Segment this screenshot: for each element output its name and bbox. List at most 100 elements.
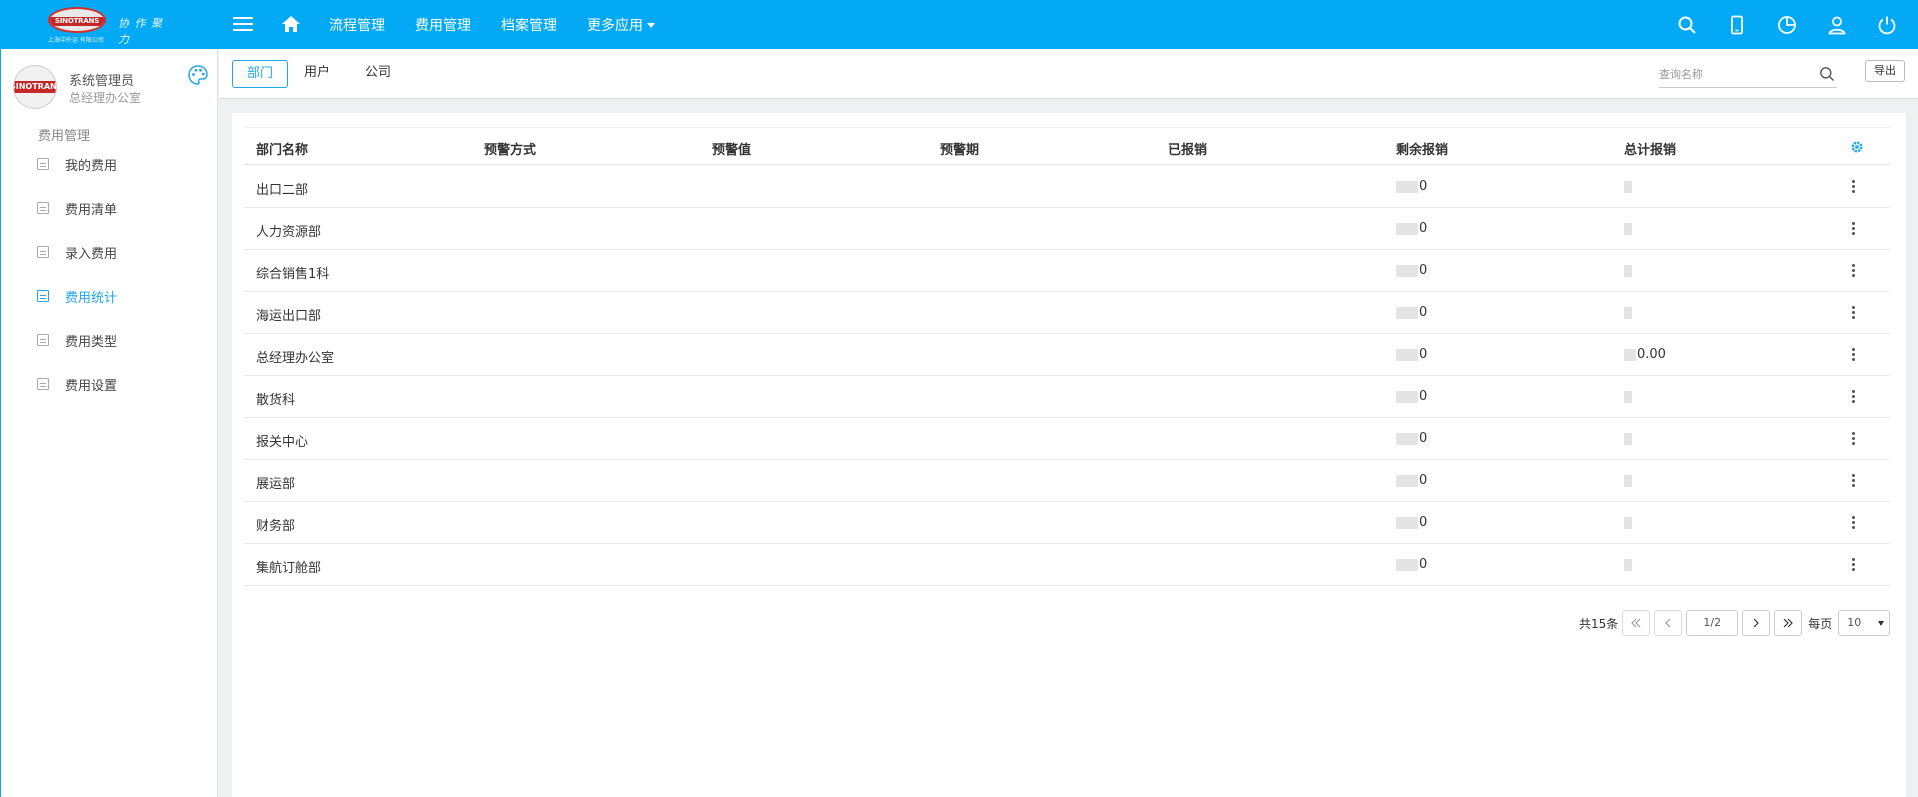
table-row[interactable]: 总经理办公室 0 0.00	[244, 334, 1890, 376]
nav-item-more-apps[interactable]: 更多应用	[587, 15, 655, 35]
more-options-icon[interactable]	[1848, 221, 1858, 237]
next-page-button[interactable]	[1742, 610, 1771, 636]
column-header[interactable]: 部门名称	[256, 139, 308, 158]
table-row[interactable]: 展运部 0	[244, 460, 1890, 502]
sidebar-item-my-expense[interactable]: 我的费用	[37, 149, 207, 179]
per-page-label: 每页	[1808, 616, 1833, 631]
chart-icon	[37, 290, 49, 302]
column-header[interactable]: 剩余报销	[1396, 139, 1448, 158]
power-icon[interactable]	[1876, 14, 1898, 36]
remaining-cell: 0	[1396, 347, 1427, 362]
logo-slogan: 协 作 聚 力	[118, 17, 163, 46]
more-options-icon[interactable]	[1848, 515, 1858, 531]
chevron-down-icon	[647, 23, 655, 28]
total-cell	[1624, 473, 1633, 488]
redacted-block	[1396, 222, 1418, 235]
main-nav: 流程管理 费用管理 档案管理 更多应用	[329, 0, 685, 49]
redacted-block	[1624, 516, 1632, 529]
tab-department[interactable]: 部门	[232, 60, 289, 88]
search-icon[interactable]	[1676, 14, 1698, 36]
column-header[interactable]: 预警期	[940, 139, 979, 158]
page-size-value: 10	[1847, 616, 1862, 629]
table-row[interactable]: 报关中心 0	[244, 418, 1890, 460]
nav-item-process[interactable]: 流程管理	[329, 15, 385, 35]
remaining-value: 0	[1419, 473, 1428, 488]
settings-icon	[37, 378, 49, 390]
search-icon[interactable]	[1819, 66, 1835, 82]
remaining-cell: 0	[1396, 473, 1427, 488]
redacted-block	[1396, 390, 1418, 403]
more-options-icon[interactable]	[1848, 179, 1858, 195]
nav-item-archive[interactable]: 档案管理	[501, 15, 557, 35]
user-department: 总经理办公室	[69, 91, 142, 105]
page-size-select[interactable]: 10	[1838, 610, 1891, 636]
redacted-block	[1396, 264, 1418, 277]
sidebar-item-label: 费用统计	[65, 290, 118, 306]
more-options-icon[interactable]	[1848, 431, 1858, 447]
sidebar-item-expense-list[interactable]: 费用清单	[37, 193, 207, 223]
total-cell	[1624, 557, 1633, 572]
sidebar-item-expense-type[interactable]: 费用类型	[37, 325, 207, 355]
double-chevron-right-icon	[1783, 618, 1794, 628]
more-options-icon[interactable]	[1848, 305, 1858, 321]
table-row[interactable]: 海运出口部 0	[244, 292, 1890, 334]
department-name: 综合销售1科	[256, 267, 330, 282]
column-header[interactable]: 预警值	[712, 139, 751, 158]
table-row[interactable]: 人力资源部 0	[244, 208, 1890, 250]
more-options-icon[interactable]	[1848, 557, 1858, 573]
redacted-block	[1396, 348, 1418, 361]
search-box	[1659, 62, 1837, 88]
search-input[interactable]	[1659, 62, 1809, 86]
company-logo[interactable]: SINOTRANS 协 作 聚 力 上海中外运 有限公司	[48, 5, 178, 46]
export-button[interactable]: 导出	[1865, 60, 1905, 82]
tab-company[interactable]: 公司	[351, 60, 405, 88]
sidebar-item-expense-stats[interactable]: 费用统计	[37, 281, 207, 311]
table-row[interactable]: 财务部 0	[244, 502, 1890, 544]
gear-icon[interactable]	[1850, 140, 1864, 154]
more-options-icon[interactable]	[1848, 347, 1858, 363]
more-options-icon[interactable]	[1848, 263, 1858, 279]
column-header[interactable]: 总计报销	[1624, 139, 1676, 158]
user-icon[interactable]	[1826, 14, 1848, 36]
logo-badge-text: SINOTRANS	[50, 17, 104, 26]
department-name: 集航订舱部	[256, 561, 322, 576]
avatar[interactable]: SINOTRANS	[13, 65, 57, 109]
remaining-cell: 0	[1396, 389, 1427, 404]
total-cell	[1624, 221, 1633, 236]
remaining-cell: 0	[1396, 557, 1427, 572]
table-row[interactable]: 散货科 0	[244, 376, 1890, 418]
page-input[interactable]: 1/2	[1686, 610, 1739, 636]
more-options-icon[interactable]	[1848, 389, 1858, 405]
nav-item-expense[interactable]: 费用管理	[415, 15, 471, 35]
remaining-cell: 0	[1396, 179, 1427, 194]
list-icon	[37, 202, 49, 214]
nav-more-label: 更多应用	[587, 17, 643, 34]
table-row[interactable]: 综合销售1科 0	[244, 250, 1890, 292]
palette-icon[interactable]	[187, 64, 209, 86]
remaining-cell: 0	[1396, 221, 1427, 236]
remaining-cell: 0	[1396, 431, 1427, 446]
table-row[interactable]: 集航订舱部 0	[244, 544, 1890, 586]
sidebar-item-enter-expense[interactable]: 录入费用	[37, 237, 207, 267]
home-icon[interactable]	[281, 14, 301, 34]
content-header: 部门 用户 公司 导出	[219, 49, 1918, 99]
menu-toggle-icon[interactable]	[233, 13, 253, 35]
last-page-button[interactable]	[1774, 610, 1803, 636]
redacted-block	[1624, 348, 1636, 361]
total-cell	[1624, 389, 1633, 404]
caret-down-icon	[1878, 621, 1885, 626]
table-row[interactable]: 出口二部 0	[244, 166, 1890, 208]
mobile-icon[interactable]	[1726, 14, 1748, 36]
redacted-block	[1624, 474, 1632, 487]
column-header[interactable]: 已报销	[1168, 139, 1207, 158]
chevron-left-icon	[1665, 618, 1671, 628]
prev-page-button[interactable]	[1654, 610, 1683, 636]
column-header[interactable]: 预警方式	[484, 139, 536, 158]
first-page-button[interactable]	[1622, 610, 1651, 636]
sidebar-item-expense-settings[interactable]: 费用设置	[37, 369, 207, 399]
pie-chart-icon[interactable]	[1776, 14, 1798, 36]
more-options-icon[interactable]	[1848, 473, 1858, 489]
logo-company-name: 上海中外运 有限公司	[48, 37, 104, 44]
left-sidebar: SINOTRANS 系统管理员 总经理办公室 费用管理 我的费用 费用清单 录入…	[0, 49, 218, 797]
tab-user[interactable]: 用户	[290, 60, 344, 88]
